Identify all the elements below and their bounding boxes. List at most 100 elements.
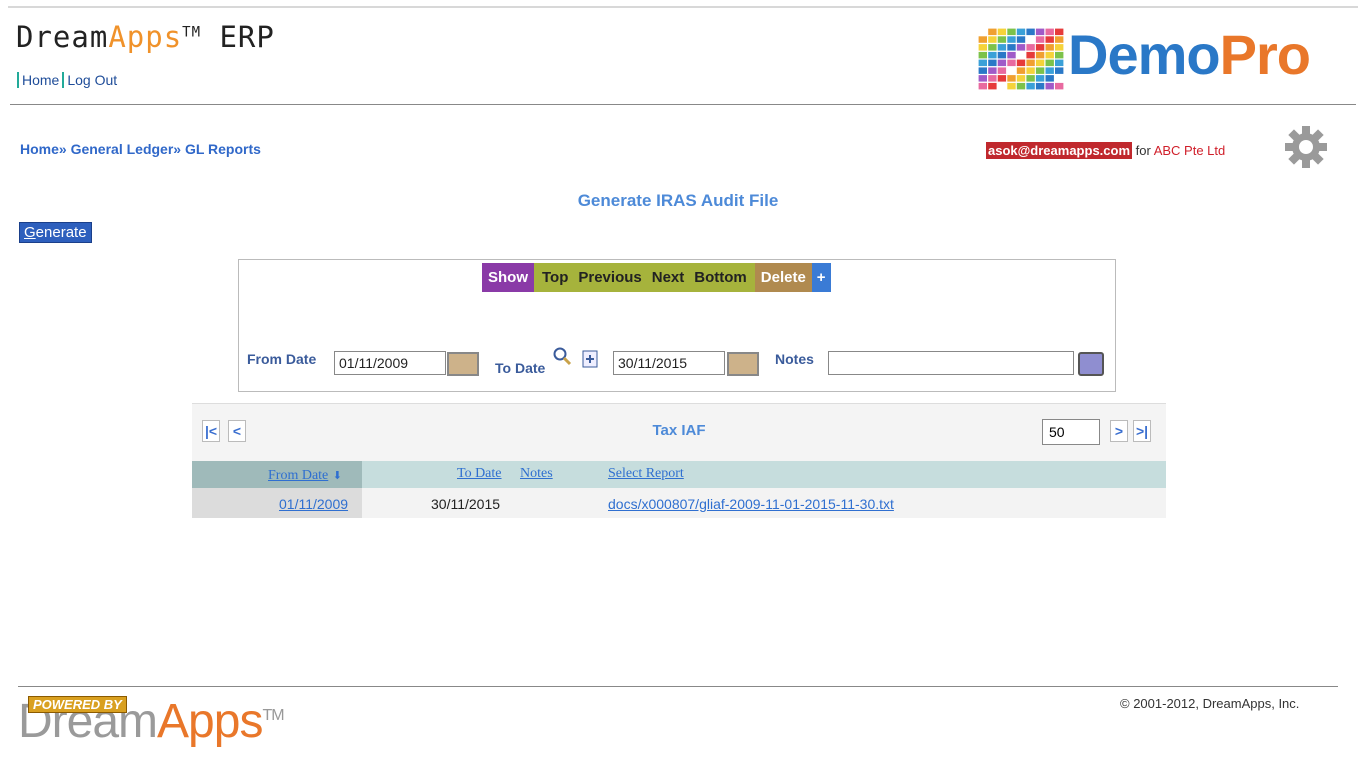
- grid-title: Tax IAF: [652, 422, 706, 439]
- header-divider: [10, 104, 1356, 105]
- logo-cell: [1055, 51, 1064, 59]
- row-from-date-link[interactable]: 01/11/2009: [279, 496, 348, 512]
- app-brand: DreamAppsTM ERP: [16, 20, 275, 54]
- logo-demo-text: Demo: [1068, 23, 1221, 86]
- logo-cell: [988, 67, 997, 74]
- logo-cell: [1035, 67, 1045, 74]
- logo-cell: [1045, 36, 1054, 43]
- top-border: [8, 6, 1358, 8]
- top-button[interactable]: Top: [542, 269, 568, 286]
- logo-cell: [1035, 82, 1045, 90]
- logo-cell: [988, 75, 997, 82]
- logo-cell: [1026, 59, 1035, 67]
- footer-divider: [18, 686, 1338, 687]
- logo-cell: [1007, 51, 1016, 59]
- logo-cell: [988, 28, 997, 36]
- copyright-text: © 2001-2012, DreamApps, Inc.: [1120, 696, 1300, 711]
- previous-button[interactable]: Previous: [578, 269, 641, 286]
- logo-cell: [1026, 82, 1035, 90]
- bottom-button[interactable]: Bottom: [694, 269, 747, 286]
- logo-cell: [1007, 28, 1016, 36]
- delete-button[interactable]: Delete: [754, 263, 812, 292]
- navigation-group: Top Previous Next Bottom: [534, 263, 755, 292]
- logo-pro-text: Pro: [1219, 23, 1311, 86]
- logo-cell: [1035, 59, 1045, 67]
- next-page-button[interactable]: >: [1110, 420, 1128, 442]
- logo-cell: [978, 51, 987, 59]
- logo-cell: [1035, 75, 1045, 82]
- breadcrumb[interactable]: Home» General Ledger» GL Reports: [20, 141, 261, 157]
- record-toolbar: Show Top Previous Next Bottom Delete +: [482, 263, 831, 292]
- logo-cell: [997, 75, 1007, 82]
- gear-icon[interactable]: [1282, 123, 1330, 171]
- logo-cell: [997, 67, 1007, 74]
- from-date-calendar-icon[interactable]: [447, 352, 479, 376]
- logo-cell: [1016, 82, 1026, 90]
- to-date-input[interactable]: [613, 351, 725, 375]
- logo-cell: [1026, 67, 1035, 74]
- user-for-text: for: [1132, 143, 1154, 158]
- logo-cell: [978, 36, 987, 43]
- brand-tm: TM: [182, 24, 202, 41]
- logo-cell: [978, 44, 987, 51]
- search-icon[interactable]: [552, 346, 572, 366]
- logo-cell: [1055, 59, 1064, 67]
- sort-to-date-link[interactable]: To Date: [457, 466, 502, 482]
- logo-cell: [1045, 51, 1054, 59]
- powered-by-badge: POWERED BY: [28, 696, 127, 713]
- page-size-input[interactable]: [1042, 419, 1100, 445]
- notes-input[interactable]: [828, 351, 1074, 375]
- logo-cell: [978, 75, 987, 82]
- logo-cell: [997, 44, 1007, 51]
- logo-cell: [1007, 75, 1016, 82]
- logo-cell: [1055, 67, 1064, 74]
- user-info: asok@dreamapps.com for ABC Pte Ltd: [986, 142, 1226, 159]
- add-button[interactable]: +: [811, 263, 831, 292]
- sort-select-report-link[interactable]: Select Report: [608, 466, 684, 482]
- logo-cell: [1035, 51, 1045, 59]
- last-page-button[interactable]: >|: [1133, 420, 1151, 442]
- sort-from-date-link[interactable]: From Date: [268, 468, 328, 483]
- footer-tm: TM: [262, 707, 284, 724]
- logo-cell: [1016, 28, 1026, 36]
- row-report-link[interactable]: docs/x000807/gliaf-2009-11-01-2015-11-30…: [608, 496, 894, 512]
- logo-cell: [1016, 75, 1026, 82]
- logo-cell: [997, 51, 1007, 59]
- logo-cell: [1007, 44, 1016, 51]
- logo-cell: [988, 59, 997, 67]
- generate-button[interactable]: Generate: [19, 222, 92, 243]
- logo-cell: [1026, 75, 1035, 82]
- next-button[interactable]: Next: [652, 269, 685, 286]
- sort-notes-link[interactable]: Notes: [520, 466, 553, 482]
- logo-cell: [1045, 28, 1054, 36]
- logo-cell: [1055, 36, 1064, 43]
- logo-cell: [1055, 28, 1064, 36]
- home-link[interactable]: Home: [17, 72, 63, 88]
- logo-cell: [1045, 59, 1054, 67]
- logout-link[interactable]: Log Out: [62, 72, 121, 88]
- sort-down-icon: ⬇: [332, 470, 342, 482]
- demopro-logo: DemoPro: [1068, 22, 1311, 87]
- generate-hotkey: G: [24, 224, 36, 241]
- add-icon[interactable]: [582, 350, 598, 368]
- generate-label: enerate: [35, 224, 87, 241]
- footer-apps-text: Apps: [157, 695, 263, 748]
- logo-cell: [1055, 82, 1064, 90]
- demopro-logo-icon: [978, 28, 1064, 90]
- top-links: Home Log Out: [17, 72, 121, 88]
- from-date-input[interactable]: [334, 351, 446, 375]
- to-date-calendar-icon[interactable]: [727, 352, 759, 376]
- logo-cell: [978, 67, 987, 74]
- notes-icon[interactable]: [1078, 352, 1104, 376]
- company-name[interactable]: ABC Pte Ltd: [1154, 143, 1226, 158]
- logo-cell: [1007, 59, 1016, 67]
- logo-cell: [1055, 44, 1064, 51]
- show-button[interactable]: Show: [482, 263, 534, 292]
- from-date-label: From Date: [247, 351, 317, 367]
- logo-cell: [1035, 28, 1045, 36]
- logo-cell: [1026, 44, 1035, 51]
- logo-cell: [1035, 36, 1045, 43]
- logo-cell: [978, 59, 987, 67]
- user-email[interactable]: asok@dreamapps.com: [986, 142, 1133, 159]
- logo-cell: [978, 82, 987, 90]
